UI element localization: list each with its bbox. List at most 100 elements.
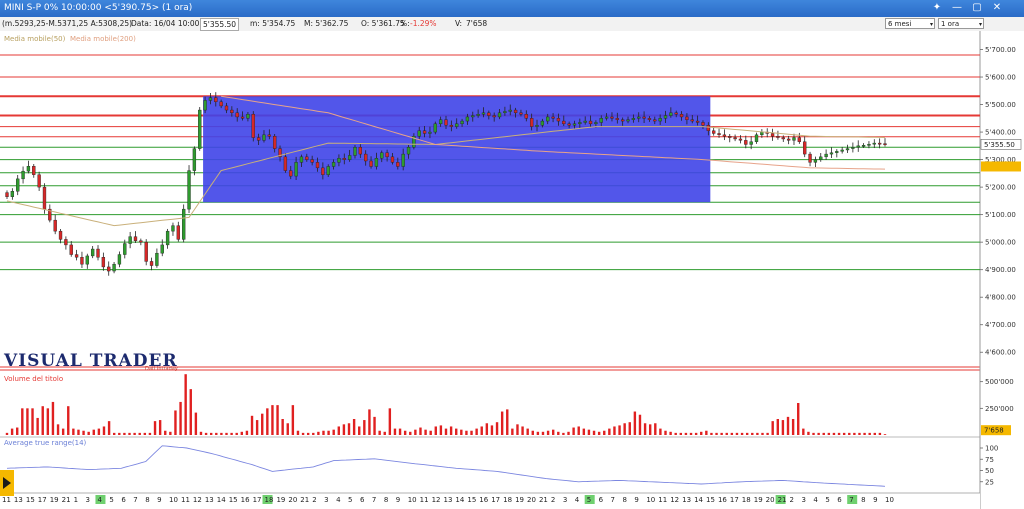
volume-bar	[10, 428, 14, 435]
x-axis-label: 10	[646, 496, 655, 504]
volume-bar	[812, 432, 815, 435]
candle-body	[240, 116, 245, 119]
chevron-down-icon: ▾	[978, 21, 982, 28]
candle-body	[433, 123, 437, 133]
period-select-value: 6 mesi	[888, 20, 912, 28]
candle-body	[658, 118, 662, 122]
candle-body	[396, 162, 400, 167]
candle-body	[208, 97, 213, 101]
candle-body	[369, 160, 373, 167]
candle-body	[792, 137, 796, 141]
candle-body	[877, 142, 882, 145]
volume-bar	[276, 405, 279, 435]
panel-collapse-handle[interactable]	[0, 470, 14, 496]
x-axis-label: 11	[2, 496, 11, 504]
candle-body	[535, 124, 539, 127]
x-axis-label: 19	[50, 496, 59, 504]
x-axis-label: 2	[551, 496, 555, 504]
volume-bar	[199, 431, 203, 435]
volume-bar	[107, 421, 111, 435]
candle-body	[139, 240, 143, 243]
volume-label: V:	[455, 19, 463, 28]
price-axis-label: 5'500.00	[985, 101, 1016, 109]
volume-bar	[342, 424, 346, 435]
candle-body	[117, 254, 122, 265]
x-axis-label: 20	[288, 496, 297, 504]
candle-body	[519, 112, 523, 115]
candle-body	[599, 118, 603, 123]
candle-body	[26, 165, 31, 172]
x-axis-label: 20	[766, 496, 775, 504]
candle-body	[492, 115, 496, 118]
candle-body	[733, 137, 737, 140]
pin-icon[interactable]: ✦	[930, 1, 944, 15]
chart-canvas[interactable]: 5'700.005'600.005'500.005'400.005'300.00…	[0, 31, 1024, 509]
period-select[interactable]: 6 mesi ▾	[885, 18, 935, 29]
candle-body	[690, 119, 694, 122]
candle-body	[251, 113, 255, 138]
volume-bar	[306, 432, 310, 435]
candle-body	[706, 124, 710, 131]
volume-bar	[184, 374, 187, 435]
candle-body	[310, 159, 314, 163]
volume-axis-label: 500'000	[985, 378, 1014, 386]
play-icon	[3, 477, 11, 489]
volume-bar	[827, 432, 831, 435]
candle-body	[176, 225, 180, 240]
candle-body	[546, 116, 550, 122]
candle-body	[107, 266, 111, 272]
volume-bar	[725, 432, 728, 435]
candle-body	[101, 257, 106, 268]
volume-bar	[546, 430, 550, 435]
minimize-icon[interactable]: —	[950, 1, 964, 15]
x-axis-label: 13	[14, 496, 23, 504]
volume-bar	[669, 431, 672, 435]
candle-body	[32, 165, 36, 175]
volume-bar	[536, 431, 540, 435]
volume-bar	[802, 428, 805, 435]
candle-body	[219, 101, 223, 107]
candle-body	[663, 115, 668, 119]
volume-bar	[174, 410, 177, 435]
x-axis-label: 12	[432, 496, 441, 504]
volume-bar	[21, 408, 24, 435]
x-axis-label: 3	[86, 496, 90, 504]
x-axis-label: 14	[217, 496, 226, 504]
price-axis-label: 5'400.00	[985, 129, 1016, 137]
candle-body	[540, 120, 545, 126]
candle-body	[679, 113, 684, 118]
volume-bar	[551, 429, 555, 435]
candle-body	[631, 118, 636, 120]
candle-body	[642, 116, 646, 119]
volume-bar	[577, 426, 580, 435]
candle-body	[347, 155, 352, 160]
x-axis-label: 9	[873, 496, 877, 504]
volume-bar	[153, 421, 157, 435]
candle-body	[192, 148, 197, 171]
candle-body	[42, 186, 47, 210]
chevron-down-icon: ▾	[929, 21, 933, 28]
candle-body	[305, 156, 309, 160]
candle-body	[182, 208, 186, 240]
min-text: m: 5'354.75	[250, 19, 296, 28]
volume-bar	[363, 420, 366, 435]
candle-body	[64, 239, 68, 246]
candle-body	[872, 142, 876, 145]
volume-bar	[863, 432, 866, 435]
x-axis-label: 13	[682, 496, 691, 504]
interval-select[interactable]: 1 ora ▾	[938, 18, 984, 29]
volume-bar	[516, 424, 519, 435]
candle-body	[37, 174, 41, 188]
x-axis-label: 13	[205, 496, 214, 504]
candle	[187, 165, 191, 213]
volume-bar	[592, 430, 596, 435]
candle-body	[744, 140, 748, 145]
volume-bar	[271, 405, 274, 435]
close-icon[interactable]: ✕	[990, 1, 1004, 15]
candle	[144, 239, 148, 266]
maximize-icon[interactable]: ▢	[970, 1, 984, 15]
volume-bar	[393, 428, 397, 435]
candle-body	[342, 158, 346, 160]
volume-bar	[715, 432, 718, 435]
volume-bar	[822, 432, 825, 435]
